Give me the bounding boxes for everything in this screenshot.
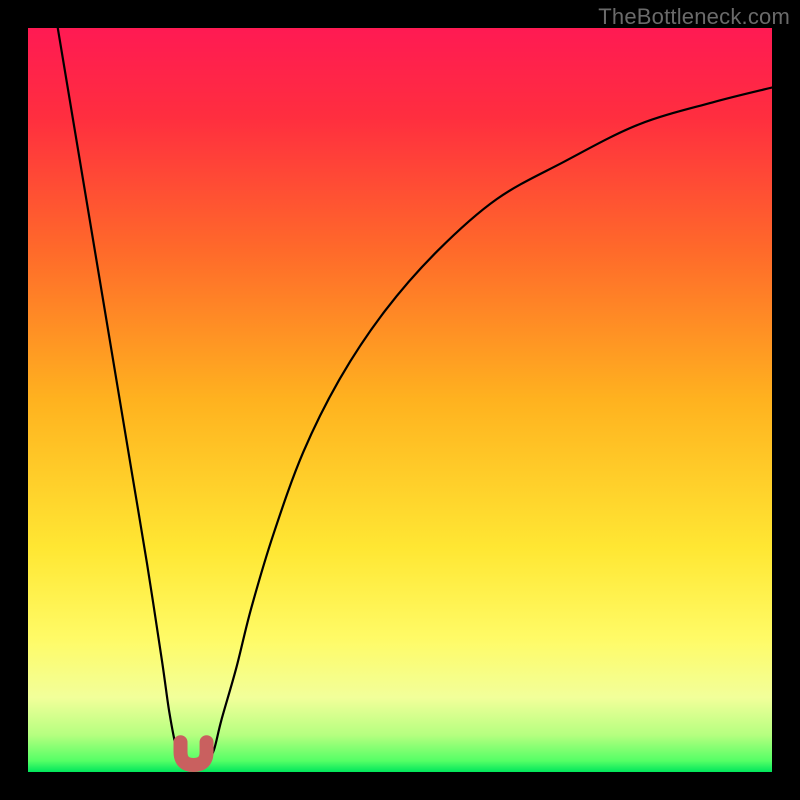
watermark-text: TheBottleneck.com [598,4,790,30]
plot-area [28,28,772,772]
gradient-background [28,28,772,772]
chart-frame: TheBottleneck.com [0,0,800,800]
chart-svg [28,28,772,772]
